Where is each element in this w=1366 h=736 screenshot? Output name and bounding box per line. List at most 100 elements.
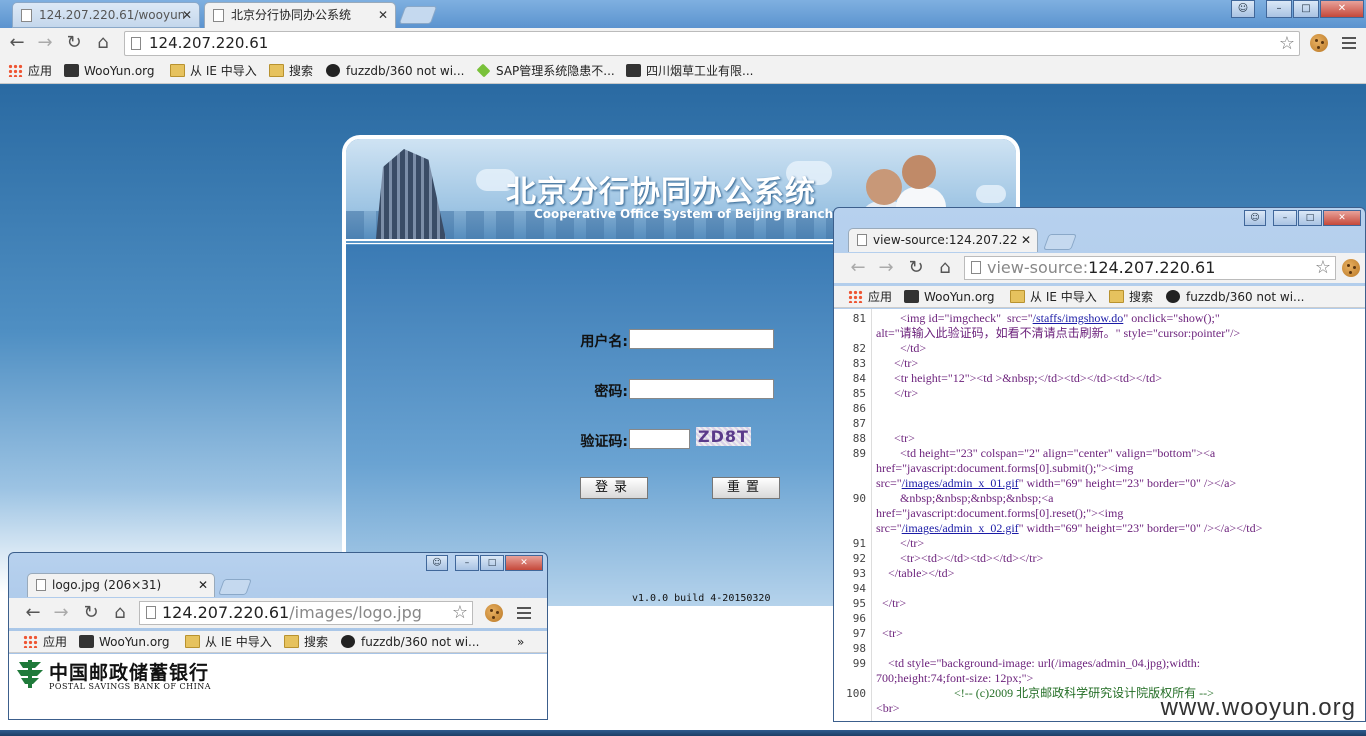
reload-icon[interactable]: ↻ [79,601,103,625]
new-tab-button[interactable] [218,579,252,595]
bookmark-label: WooYun.org [99,635,170,649]
user-icon[interactable]: ☺ [1231,0,1255,18]
bookmark-wooyun[interactable]: WooYun.org [904,288,995,306]
bookmark-apps[interactable]: 应用 [8,62,52,80]
source-code-text: </tr> [876,386,919,400]
source-line: 700;height:74;font-size: 12px;"> [834,671,1365,686]
source-line: 91 </tr> [834,536,1365,551]
bookmark-ie-import[interactable]: 从 IE 中导入 [170,62,257,80]
bookmark-fuzzdb[interactable]: fuzzdb/360 not wi... [341,633,479,651]
source-line: 86 [834,401,1365,416]
bookmark-sichuan[interactable]: 四川烟草工业有限... [626,62,753,80]
back-icon[interactable]: ← [846,256,870,280]
menu-icon[interactable] [1342,34,1356,52]
home-icon[interactable]: ⌂ [933,256,957,280]
forward-icon[interactable]: → [33,31,57,55]
home-icon[interactable]: ⌂ [108,601,132,625]
view-source-window: ☺ – □ ✕ view-source:124.207.22 ✕ ← → ↻ ⌂… [833,207,1366,722]
bookmark-wooyun[interactable]: WooYun.org [79,633,170,651]
tab-logo[interactable]: logo.jpg (206×31) ✕ [27,573,215,597]
bookmarks-overflow-button[interactable]: » [517,633,524,651]
user-icon[interactable]: ☺ [426,555,448,571]
bookmark-star-icon[interactable]: ☆ [1315,257,1331,279]
captcha-input[interactable] [629,429,690,449]
line-number: 93 [852,567,866,580]
cookie-extension-icon[interactable] [1342,259,1360,277]
bookmark-search[interactable]: 搜索 [269,62,313,80]
tab-close-icon[interactable]: ✕ [378,3,388,27]
url-text: 124.207.220.61 [149,34,269,52]
source-code-view[interactable]: 81 <img id="imgcheck" src="/staffs/imgsh… [834,309,1365,721]
bookmark-apps[interactable]: 应用 [23,633,67,651]
bookmark-apps[interactable]: 应用 [848,288,892,306]
bookmark-sap[interactable]: SAP管理系统隐患不... [476,62,615,80]
tab-close-icon[interactable]: ✕ [198,574,208,596]
address-bar[interactable]: 124.207.220.61 ☆ [124,31,1300,56]
bookmark-star-icon[interactable]: ☆ [452,602,468,624]
address-bar[interactable]: view-source:124.207.220.61 ☆ [964,256,1336,280]
bookmark-label: 搜索 [289,64,314,78]
maximize-button[interactable]: □ [1298,210,1322,226]
tab-login[interactable]: 北京分行协同办公系统 ✕ [204,2,396,28]
login-button[interactable]: 登录 [580,477,648,499]
cookie-extension-icon[interactable] [485,604,503,622]
source-code-text: src="/images/admin_x_01.gif" width="69" … [876,476,1237,490]
back-icon[interactable]: ← [5,31,29,55]
username-input[interactable] [629,329,774,349]
new-tab-button[interactable] [1043,234,1077,250]
bookmark-ie-import[interactable]: 从 IE 中导入 [185,633,272,651]
source-code-text: <tr> [876,626,903,640]
url-host: 124.207.220.61 [162,603,290,622]
tab-close-icon[interactable]: ✕ [182,3,192,27]
line-number: 96 [852,612,866,625]
password-input[interactable] [629,379,774,399]
bookmark-search[interactable]: 搜索 [1109,288,1153,306]
new-tab-button[interactable] [398,6,438,24]
close-button[interactable]: ✕ [505,555,543,571]
maximize-button[interactable]: □ [1293,0,1319,18]
watermark-text: www.wooyun.org [1160,694,1356,721]
maximize-button[interactable]: □ [480,555,504,571]
address-bar[interactable]: 124.207.220.61/images/logo.jpg ☆ [139,601,473,625]
psbc-logo-image: 中国邮政储蓄银行 POSTAL SAVINGS BANK OF CHINA [15,658,227,692]
menu-icon[interactable] [517,604,531,622]
bookmark-wooyun[interactable]: WooYun.org [64,62,155,80]
home-icon[interactable]: ⌂ [91,31,115,55]
bookmark-fuzzdb[interactable]: fuzzdb/360 not wi... [1166,288,1304,306]
source-code-text: alt="请输入此验证码，如看不清请点击刷新。" style="cursor:p… [876,326,1241,340]
cookie-extension-icon[interactable] [1310,34,1328,52]
forward-icon[interactable]: → [49,601,73,625]
forward-icon[interactable]: → [874,256,898,280]
source-code-text: </tr> [876,596,907,610]
tab-close-icon[interactable]: ✕ [1021,229,1031,251]
bookmark-ie-import[interactable]: 从 IE 中导入 [1010,288,1097,306]
bookmark-search[interactable]: 搜索 [284,633,328,651]
line-number: 90 [852,492,866,505]
bookmark-label: 从 IE 中导入 [1030,290,1097,304]
url-prefix: view-source: [987,258,1089,277]
folder-icon [185,635,200,648]
tab-view-source[interactable]: view-source:124.207.22 ✕ [848,228,1038,252]
minimize-button[interactable]: – [1273,210,1297,226]
close-button[interactable]: ✕ [1323,210,1361,226]
bookmark-star-icon[interactable]: ☆ [1279,32,1295,55]
bookmark-label: fuzzdb/360 not wi... [361,635,480,649]
reload-icon[interactable]: ↻ [62,31,86,55]
bookmark-fuzzdb[interactable]: fuzzdb/360 not wi... [326,62,464,80]
back-icon[interactable]: ← [21,601,45,625]
reload-icon[interactable]: ↻ [904,256,928,280]
source-line: 97 <tr> [834,626,1365,641]
wooyun-icon [64,64,79,77]
user-icon[interactable]: ☺ [1244,210,1266,226]
captcha-image[interactable]: ZD8T [696,427,751,446]
line-number: 85 [852,387,866,400]
reset-button[interactable]: 重置 [712,477,780,499]
minimize-button[interactable]: – [455,555,479,571]
window-controls: ☺ – □ ✕ [1243,210,1361,226]
tab-wooyun[interactable]: 124.207.220.61/wooyun ✕ [12,2,200,28]
minimize-button[interactable]: – [1266,0,1292,18]
apps-icon [848,290,863,303]
tab-title: 北京分行协同办公系统 [231,8,352,22]
close-button[interactable]: ✕ [1320,0,1364,18]
page-icon [213,9,224,22]
